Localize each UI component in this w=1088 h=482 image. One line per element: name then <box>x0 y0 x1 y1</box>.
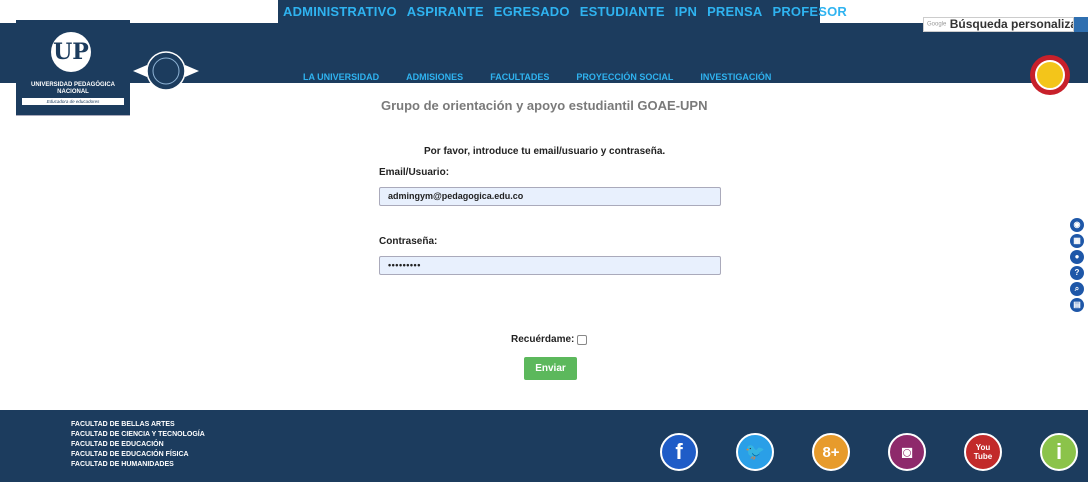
email-label: Email/Usuario: <box>379 167 450 178</box>
logo-emblem-icon: UP <box>51 32 91 72</box>
help-icon[interactable]: ? <box>1070 266 1084 280</box>
info-icon[interactable]: i <box>1040 433 1078 471</box>
top-nav-egresado[interactable]: EGRESADO <box>494 4 570 19</box>
search-placeholder: Búsqueda personalizada <box>949 17 1073 31</box>
nav-proyeccion-social[interactable]: PROYECCIÓN SOCIAL <box>576 72 673 82</box>
top-nav-ipn[interactable]: IPN <box>675 4 697 19</box>
twitter-icon[interactable]: 🐦 <box>736 433 774 471</box>
top-nav-administrativo[interactable]: ADMINISTRATIVO <box>283 4 397 19</box>
faculty-link[interactable]: FACULTAD DE HUMANIDADES <box>71 460 205 470</box>
submit-button[interactable]: Enviar <box>524 357 577 380</box>
faculty-link[interactable]: FACULTAD DE EDUCACIÓN <box>71 440 205 450</box>
password-label: Contraseña: <box>379 236 438 247</box>
main-nav: LA UNIVERSIDAD ADMISIONES FACULTADES PRO… <box>303 72 798 82</box>
youtube-icon[interactable]: You Tube <box>964 433 1002 471</box>
faculty-link[interactable]: FACULTAD DE CIENCIA Y TECNOLOGÍA <box>71 430 205 440</box>
top-nav-aspirante[interactable]: ASPIRANTE <box>407 4 484 19</box>
university-logo[interactable]: UP UNIVERSIDAD PEDAGÓGICA NACIONAL Educa… <box>16 20 130 116</box>
remember-me: Recuérdame: <box>511 334 588 345</box>
top-nav-prensa[interactable]: PRENSA <box>707 4 762 19</box>
footer: FACULTAD DE BELLAS ARTES FACULTAD DE CIE… <box>0 410 1088 482</box>
zoom-icon[interactable]: ⌕ <box>1070 282 1084 296</box>
top-nav: ADMINISTRATIVO ASPIRANTE EGRESADO ESTUDI… <box>283 4 857 19</box>
google-plus-icon[interactable]: 8+ <box>812 433 850 471</box>
top-nav-estudiante[interactable]: ESTUDIANTE <box>580 4 665 19</box>
faculty-link[interactable]: FACULTAD DE BELLAS ARTES <box>71 420 205 430</box>
logo-name: UNIVERSIDAD PEDAGÓGICA NACIONAL <box>30 82 115 95</box>
nav-admisiones[interactable]: ADMISIONES <box>406 72 463 82</box>
search-button[interactable] <box>1074 17 1088 32</box>
chat-icon[interactable]: ◉ <box>1070 218 1084 232</box>
keyboard-icon[interactable]: ▦ <box>1070 234 1084 248</box>
google-tag: Google <box>927 21 947 28</box>
login-prompt: Por favor, introduce tu email/usuario y … <box>424 146 666 157</box>
nav-investigacion[interactable]: INVESTIGACIÓN <box>700 72 771 82</box>
page-title: Grupo de orientación y apoyo estudiantil… <box>381 98 708 113</box>
faculty-list: FACULTAD DE BELLAS ARTES FACULTAD DE CIE… <box>71 420 205 470</box>
nav-facultades[interactable]: FACULTADES <box>490 72 549 82</box>
remember-label: Recuérdame: <box>511 334 575 345</box>
logo-motto: Educadora de educadores <box>22 98 124 105</box>
password-field[interactable]: ••••••••• <box>379 256 721 275</box>
remember-checkbox[interactable] <box>577 334 588 345</box>
pdf-icon[interactable]: ▤ <box>1070 298 1084 312</box>
top-nav-profesor[interactable]: PROFESOR <box>772 4 847 19</box>
nav-la-universidad[interactable]: LA UNIVERSIDAD <box>303 72 379 82</box>
search-input[interactable]: Google Búsqueda personalizada <box>923 17 1074 32</box>
accessibility-toolbar: ◉ ▦ ● ? ⌕ ▤ <box>1070 218 1088 314</box>
colombia-crest-icon <box>1030 55 1070 95</box>
accreditation-seal-icon <box>133 51 199 91</box>
faculty-link[interactable]: FACULTAD DE EDUCACIÓN FÍSICA <box>71 450 205 460</box>
microphone-icon[interactable]: ● <box>1070 250 1084 264</box>
email-field[interactable]: admingym@pedagogica.edu.co <box>379 187 721 206</box>
header: LA UNIVERSIDAD ADMISIONES FACULTADES PRO… <box>0 23 1088 95</box>
facebook-icon[interactable]: f <box>660 433 698 471</box>
instagram-icon[interactable]: ◙ <box>888 433 926 471</box>
